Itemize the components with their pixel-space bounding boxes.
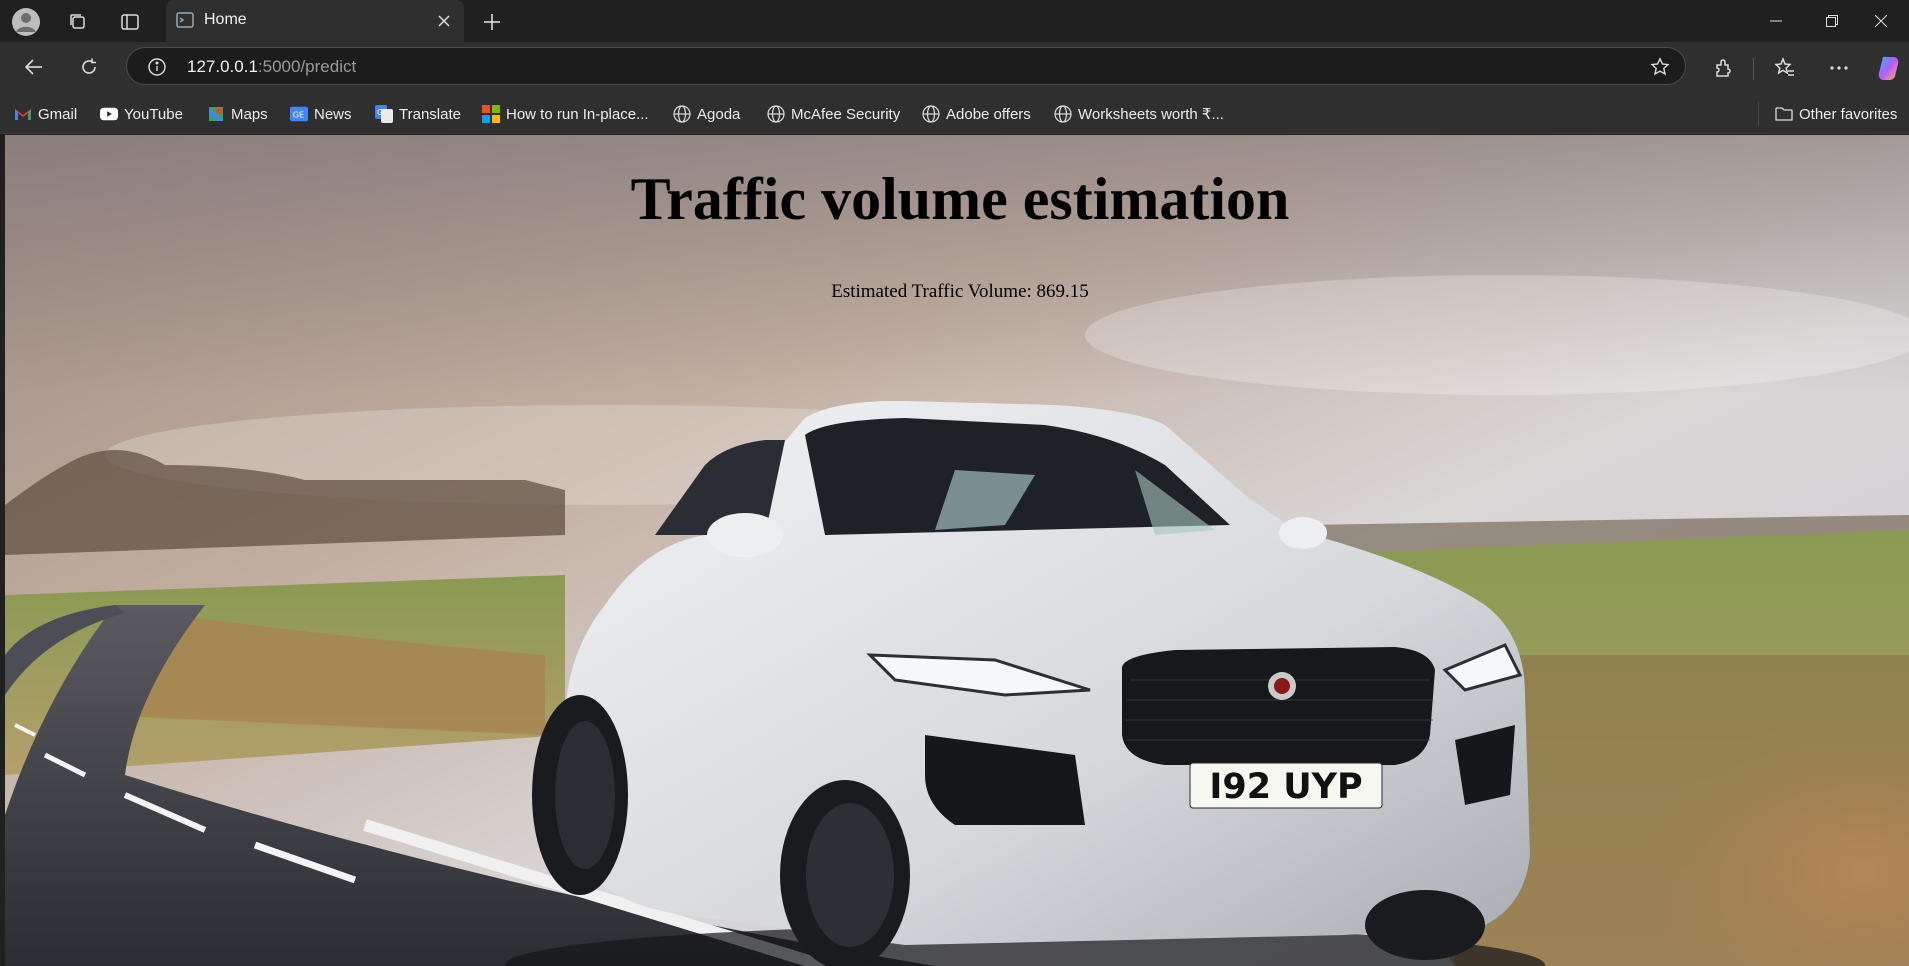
close-window-icon[interactable] [1853,0,1909,42]
favorites-bar: Gmail YouTube Maps GE News G Translate H… [0,94,1909,134]
favorite-label: McAfee Security [791,105,901,123]
favorite-maps[interactable]: Maps [207,103,268,125]
favorite-label: Maps [231,105,268,123]
page-title: Traffic volume estimation [630,166,1290,232]
globe-icon [767,105,785,123]
vertical-tabs-icon[interactable] [114,6,146,38]
favorite-agoda[interactable]: Agoda [673,103,740,125]
profile-avatar-icon[interactable] [10,6,42,38]
translate-icon: G [375,105,393,123]
toolbar-divider [1753,58,1754,80]
youtube-icon [100,105,118,123]
favorite-label: YouTube [124,105,183,123]
favorites-icon[interactable] [1768,51,1802,85]
refresh-icon[interactable] [72,50,106,84]
favorite-label: Agoda [697,105,741,123]
svg-text:G: G [377,108,383,117]
extensions-icon[interactable] [1707,51,1741,85]
license-plate: I92 UYP [1209,767,1362,807]
svg-text:GE: GE [293,110,304,120]
favorite-label: News [314,105,352,123]
globe-icon [1054,105,1072,123]
url-host: 127.0.0.1 [187,57,258,76]
new-tab-icon[interactable] [476,6,508,38]
globe-icon [673,105,691,123]
favorite-label: Adobe offers [946,105,1031,123]
workspaces-icon[interactable] [62,6,94,38]
close-tab-icon[interactable] [432,9,456,33]
tab-home[interactable]: Home [166,0,464,42]
favorite-gmail[interactable]: Gmail [14,103,77,125]
favorite-label: Translate [399,105,461,123]
tab-bar: Home [0,0,1909,42]
back-icon[interactable] [17,50,51,84]
prediction-result: Estimated Traffic Volume: 869.15 [831,281,1089,302]
page-icon [176,12,194,28]
other-favorites-label: Other favorites [1799,105,1898,123]
url-path: :5000/predict [257,57,357,76]
folder-icon [1775,105,1793,123]
tab-title: Home [204,11,247,28]
favorite-label: How to run In-place... [506,105,649,123]
restore-icon[interactable] [1804,0,1860,42]
site-info-icon[interactable] [145,55,169,79]
news-icon: GE [290,105,308,123]
favorite-label: Gmail [38,105,78,123]
background-photo: I92 UYP [5,135,1909,966]
globe-icon [922,105,940,123]
page-viewport: I92 UYP Traffic volume estimation Estima… [5,135,1909,966]
more-options-icon[interactable] [1822,51,1856,85]
favorite-label: Worksheets worth ₹... [1078,106,1224,123]
favorite-news[interactable]: GE News [290,103,352,125]
favorites-divider [1758,102,1759,126]
favorite-how-to-run[interactable]: How to run In-place... [482,103,649,125]
other-favorites[interactable]: Other favorites [1775,103,1897,125]
url-text: 127.0.0.1:5000/predict [187,57,356,77]
toolbar: 127.0.0.1:5000/predict [0,42,1909,94]
minimize-icon[interactable] [1748,0,1804,42]
favorite-mcafee[interactable]: McAfee Security [767,103,900,125]
gmail-icon [14,105,32,123]
address-bar[interactable]: 127.0.0.1:5000/predict [126,47,1686,85]
favorite-youtube[interactable]: YouTube [100,103,183,125]
copilot-icon[interactable] [1872,51,1906,85]
favorite-star-icon[interactable] [1648,55,1672,79]
favorite-worksheets[interactable]: Worksheets worth ₹... [1054,103,1224,125]
maps-icon [207,105,225,123]
favorite-translate[interactable]: G Translate [375,103,461,125]
favorite-adobe[interactable]: Adobe offers [922,103,1031,125]
microsoft-icon [482,105,500,123]
